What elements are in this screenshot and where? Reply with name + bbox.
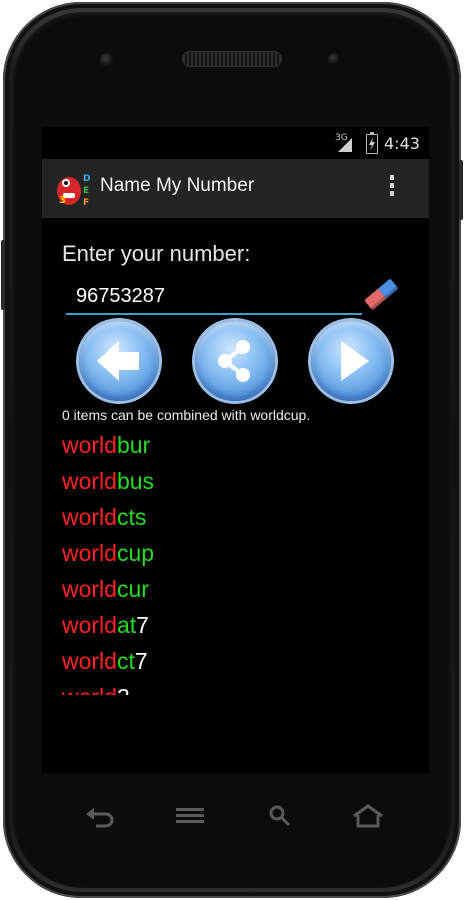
- back-key-icon[interactable]: [82, 802, 118, 830]
- logo-letter-e: E: [83, 186, 89, 196]
- eraser-icon[interactable]: [360, 273, 402, 315]
- side-key-right: [459, 160, 463, 220]
- share-icon: [218, 340, 250, 382]
- search-key-icon[interactable]: [262, 802, 298, 830]
- result-digits: 3: [117, 684, 130, 695]
- list-item[interactable]: worldcup: [62, 535, 402, 571]
- share-button[interactable]: [195, 321, 275, 401]
- front-camera: [100, 53, 114, 67]
- list-item[interactable]: worldct7: [62, 643, 402, 679]
- list-item[interactable]: worldat7: [62, 607, 402, 643]
- result-prefix: world: [62, 576, 117, 602]
- result-word: bur: [116, 432, 151, 458]
- result-word: ct: [116, 648, 135, 674]
- battery-icon: [366, 132, 378, 154]
- list-item[interactable]: worldcts: [62, 499, 402, 535]
- number-input[interactable]: [66, 279, 362, 315]
- result-prefix: world: [62, 684, 117, 695]
- home-key-icon[interactable]: [350, 802, 386, 830]
- list-item[interactable]: worldbur: [62, 427, 402, 463]
- result-word: cur: [116, 576, 149, 602]
- combination-status-text: 0 items can be combined with worldcup.: [62, 407, 311, 423]
- result-prefix: world: [62, 540, 117, 566]
- result-prefix: world: [62, 612, 117, 638]
- result-prefix: world: [62, 648, 117, 674]
- proximity-sensor: [328, 53, 340, 65]
- number-prompt-label: Enter your number:: [62, 241, 251, 266]
- list-item[interactable]: worldcur: [62, 571, 402, 607]
- logo-letter-f: F: [83, 198, 89, 207]
- result-word: cup: [116, 540, 155, 566]
- back-button[interactable]: [79, 321, 159, 401]
- result-word: bus: [116, 468, 155, 494]
- earpiece-speaker: [183, 52, 281, 66]
- result-prefix: world: [62, 432, 117, 458]
- status-bar: 3G 4:43: [42, 127, 429, 159]
- logo-letter-3: 3: [59, 195, 66, 206]
- next-button[interactable]: [311, 321, 391, 401]
- result-digits: 7: [134, 648, 148, 674]
- phone-screen: 3G 4:43 3 D E F Name My Number Enter you…: [42, 127, 429, 773]
- action-bar: 3 D E F Name My Number: [42, 159, 429, 218]
- result-word: at: [116, 612, 137, 638]
- app-title: Name My Number: [100, 175, 255, 196]
- play-icon: [341, 341, 369, 381]
- result-word: cts: [116, 504, 147, 530]
- result-prefix: world: [62, 468, 117, 494]
- side-key-left: [1, 240, 5, 310]
- overflow-menu-icon[interactable]: [387, 175, 397, 201]
- results-list: worldbur worldbus worldcts worldcup worl…: [62, 427, 402, 695]
- app-logo-icon[interactable]: 3 D E F: [56, 169, 92, 207]
- menu-key-icon[interactable]: [172, 802, 208, 830]
- result-prefix: world: [62, 504, 117, 530]
- list-item[interactable]: world3: [62, 679, 402, 695]
- signal-icon: [338, 138, 352, 152]
- logo-letter-d: D: [83, 174, 90, 184]
- arrow-left-icon: [97, 341, 139, 381]
- result-digits: 7: [136, 612, 149, 638]
- clock: 4:43: [384, 134, 420, 153]
- list-item[interactable]: worldbus: [62, 463, 402, 499]
